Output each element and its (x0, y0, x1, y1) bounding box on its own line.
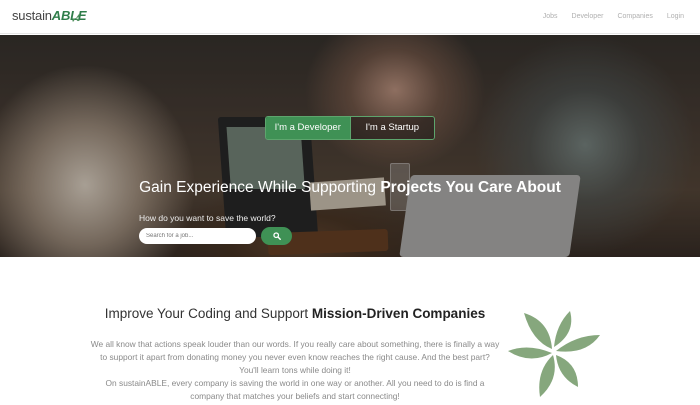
nav-links: Jobs Developer Companies Login (543, 12, 684, 22)
hero-section: I'm a Developer I'm a Startup Gain Exper… (0, 35, 700, 257)
brand-leaf-icon (72, 14, 80, 22)
brand-suffix: ABLE (51, 8, 87, 23)
leaf-flower-icon (508, 311, 600, 397)
search-input[interactable] (139, 228, 256, 244)
nav-link-login[interactable]: Login (667, 12, 684, 22)
hero-title-normal: Gain Experience While Supporting (139, 179, 381, 196)
section-title-strong: Mission-Driven Companies (311, 306, 486, 321)
section-paragraph-1: We all know that actions speak louder th… (90, 339, 500, 375)
section-paragraph-2: On sustainABLE, every company is saving … (105, 378, 485, 401)
section-title-normal: Improve Your Coding and Support (104, 306, 312, 321)
nav-link-companies[interactable]: Companies (617, 12, 652, 22)
brand-prefix: sustain (12, 8, 52, 23)
role-toggle: I'm a Developer I'm a Startup (265, 116, 435, 140)
search-button[interactable] (261, 227, 292, 245)
hero-title-strong: Projects You Care About (380, 179, 561, 196)
nav-link-jobs[interactable]: Jobs (543, 12, 558, 22)
search-label: How do you want to save the world? (139, 213, 276, 223)
hero-title: Gain Experience While Supporting Project… (0, 178, 700, 198)
startup-toggle-button[interactable]: I'm a Startup (349, 117, 434, 139)
navbar: sustainABLE Jobs Developer Companies Log… (0, 0, 700, 34)
section-title: Improve Your Coding and Support Mission-… (0, 305, 590, 322)
section-body: We all know that actions speak louder th… (90, 338, 500, 403)
search-icon (272, 232, 281, 240)
hero-overlay (0, 35, 700, 257)
developer-toggle-button[interactable]: I'm a Developer (266, 117, 350, 139)
nav-link-developer[interactable]: Developer (572, 12, 604, 22)
